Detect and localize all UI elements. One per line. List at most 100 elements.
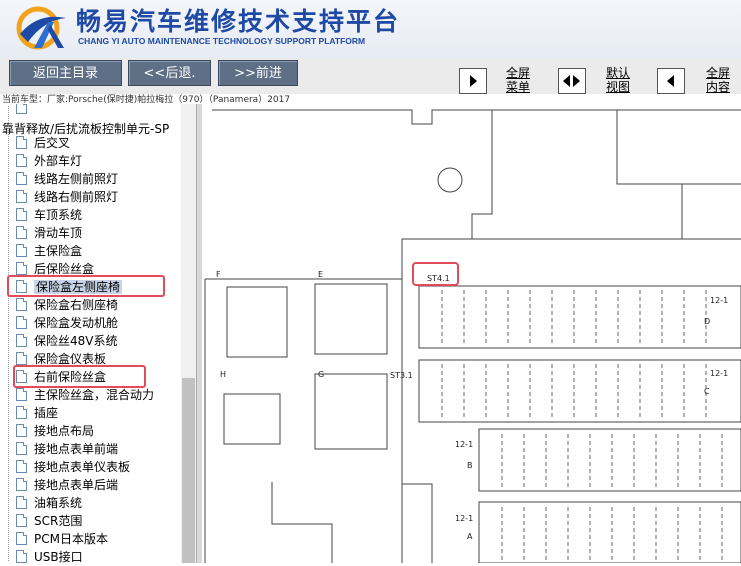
tree-item[interactable]: 保险盒右侧座椅: [16, 297, 118, 314]
tree-item-label: 主保险盒: [34, 244, 83, 258]
document-icon: [16, 154, 27, 167]
fullscreen-menu-button[interactable]: [459, 68, 487, 94]
arrow-left-icon: [667, 75, 674, 87]
default-view-button[interactable]: [558, 68, 586, 94]
tree-item[interactable]: 接地点表单前端: [16, 441, 118, 458]
default-view-link[interactable]: 默认 视图: [600, 66, 636, 94]
document-icon: [16, 388, 27, 401]
highlight-box-left-seat: [7, 275, 165, 297]
fullscreen-menu-link[interactable]: 全屏 菜单: [500, 66, 536, 94]
tree-item-label: USB接口: [34, 550, 83, 564]
tree-item-label: 主保险丝盒，混合动力: [34, 388, 155, 402]
tree-item-label: 保险盒发动机舱: [34, 316, 119, 330]
tree-item[interactable]: 外部车灯: [16, 153, 82, 170]
tree-item-label: 保险丝48V系统: [34, 334, 118, 348]
fullscreen-content-button[interactable]: [657, 68, 685, 94]
default-view-label-1: 默认: [605, 66, 630, 80]
document-icon: [16, 208, 27, 221]
document-icon: [16, 244, 27, 257]
tree-item[interactable]: 线路右侧前照灯: [16, 189, 118, 206]
tree-item[interactable]: 滑动车顶: [16, 225, 82, 242]
arrow-right-icon: [573, 75, 580, 87]
tree-item-partial[interactable]: [16, 104, 34, 117]
tree-item-label: 后保险丝盒: [34, 262, 95, 276]
tree-item[interactable]: 主保险盒: [16, 243, 82, 260]
tree-item-label: 线路右侧前照灯: [34, 190, 119, 204]
label-C: C: [704, 387, 710, 396]
label-st41: ST4.1: [427, 274, 450, 283]
document-icon: [16, 550, 27, 563]
tree-item[interactable]: 插座: [16, 405, 58, 422]
document-icon: [16, 514, 27, 527]
forward-button[interactable]: >>前进: [218, 60, 298, 86]
tree-item-label: 滑动车顶: [34, 226, 83, 240]
label-12-1-b: 12-1: [455, 440, 474, 449]
logo-icon: [16, 6, 66, 50]
document-icon: [16, 190, 27, 203]
tree-guide-line: [8, 106, 10, 561]
document-icon: [16, 496, 27, 509]
label-A: A: [467, 532, 473, 541]
fullscreen-content-label-1: 全屏: [705, 66, 730, 80]
document-icon: [16, 172, 27, 185]
tree-item-label: 油箱系统: [34, 496, 83, 510]
label-F: F: [216, 270, 221, 279]
tree-item[interactable]: PCM日本版本: [16, 531, 108, 548]
document-icon: [16, 136, 27, 149]
tree-item-label: 线路左侧前照灯: [34, 172, 119, 186]
document-icon: [16, 104, 27, 114]
tree-item[interactable]: 接地点表单仪表板: [16, 459, 130, 476]
tree-item[interactable]: 主保险丝盒，混合动力: [16, 387, 154, 404]
diagram-pane[interactable]: F E ST4.1 ST3.1 H G 12-1 D 12-1 C 12-1 B…: [202, 104, 741, 563]
arrow-right-icon: [470, 75, 477, 87]
default-view-label-2: 视图: [605, 80, 630, 94]
tree-item-label: 接地点表单仪表板: [34, 460, 131, 474]
tree-item[interactable]: SCR范围: [16, 513, 82, 530]
document-icon: [16, 352, 27, 365]
tree-item[interactable]: 油箱系统: [16, 495, 82, 512]
tree-scrollbar-thumb[interactable]: [182, 378, 195, 563]
tree-item-label: 车顶系统: [34, 208, 83, 222]
fullscreen-menu-label-1: 全屏: [505, 66, 530, 80]
app-header: 畅易汽车维修技术支持平台 CHANG YI AUTO MAINTENANCE T…: [0, 0, 741, 58]
document-icon: [16, 478, 27, 491]
app-subtitle: CHANG YI AUTO MAINTENANCE TECHNOLOGY SUP…: [78, 36, 366, 46]
tree-item[interactable]: 线路左侧前照灯: [16, 171, 118, 188]
document-icon: [16, 532, 27, 545]
label-G: G: [318, 370, 325, 379]
tree-item-label: 保险盒右侧座椅: [34, 298, 119, 312]
tree-item-label: 保险盒仪表板: [34, 352, 107, 366]
label-12-1-d: 12-1: [710, 296, 729, 305]
document-icon: [16, 424, 27, 437]
tree-item-label: 接地点表单前端: [34, 442, 119, 456]
fuse-box-diagram: [204, 109, 741, 563]
document-icon: [16, 226, 27, 239]
document-icon: [16, 316, 27, 329]
label-12-1-a: 12-1: [455, 514, 474, 523]
arrow-left-icon: [563, 75, 570, 87]
tree-item[interactable]: 车顶系统: [16, 207, 82, 224]
tree-item[interactable]: 后交叉: [16, 135, 70, 152]
back-main-button[interactable]: 返回主目录: [9, 60, 122, 86]
label-12-1-c: 12-1: [710, 369, 729, 378]
tree-item[interactable]: 接地点表单后端: [16, 477, 118, 494]
fullscreen-content-link[interactable]: 全屏 内容: [700, 66, 736, 94]
toolbar: 返回主目录 <<后退. >>前进 全屏 菜单 默认 视图 全屏 内容: [0, 58, 741, 94]
label-st31: ST3.1: [390, 371, 413, 380]
fullscreen-menu-label-2: 菜单: [505, 80, 530, 94]
tree-item[interactable]: USB接口: [16, 549, 83, 566]
tree-item-label: 外部车灯: [34, 154, 83, 168]
document-icon: [16, 298, 27, 311]
tree-item-label: 后交叉: [34, 136, 71, 150]
tree-item-label: PCM日本版本: [34, 532, 108, 546]
tree-item[interactable]: 接地点布局: [16, 423, 94, 440]
document-icon: [16, 442, 27, 455]
tree-item[interactable]: 保险盒发动机舱: [16, 315, 118, 332]
label-B: B: [467, 461, 473, 470]
back-button[interactable]: <<后退.: [128, 60, 211, 86]
app-title: 畅易汽车维修技术支持平台: [76, 7, 401, 36]
tree-item[interactable]: 保险丝48V系统: [16, 333, 117, 350]
label-H: H: [220, 370, 227, 379]
label-D: D: [704, 317, 711, 326]
document-icon: [16, 406, 27, 419]
